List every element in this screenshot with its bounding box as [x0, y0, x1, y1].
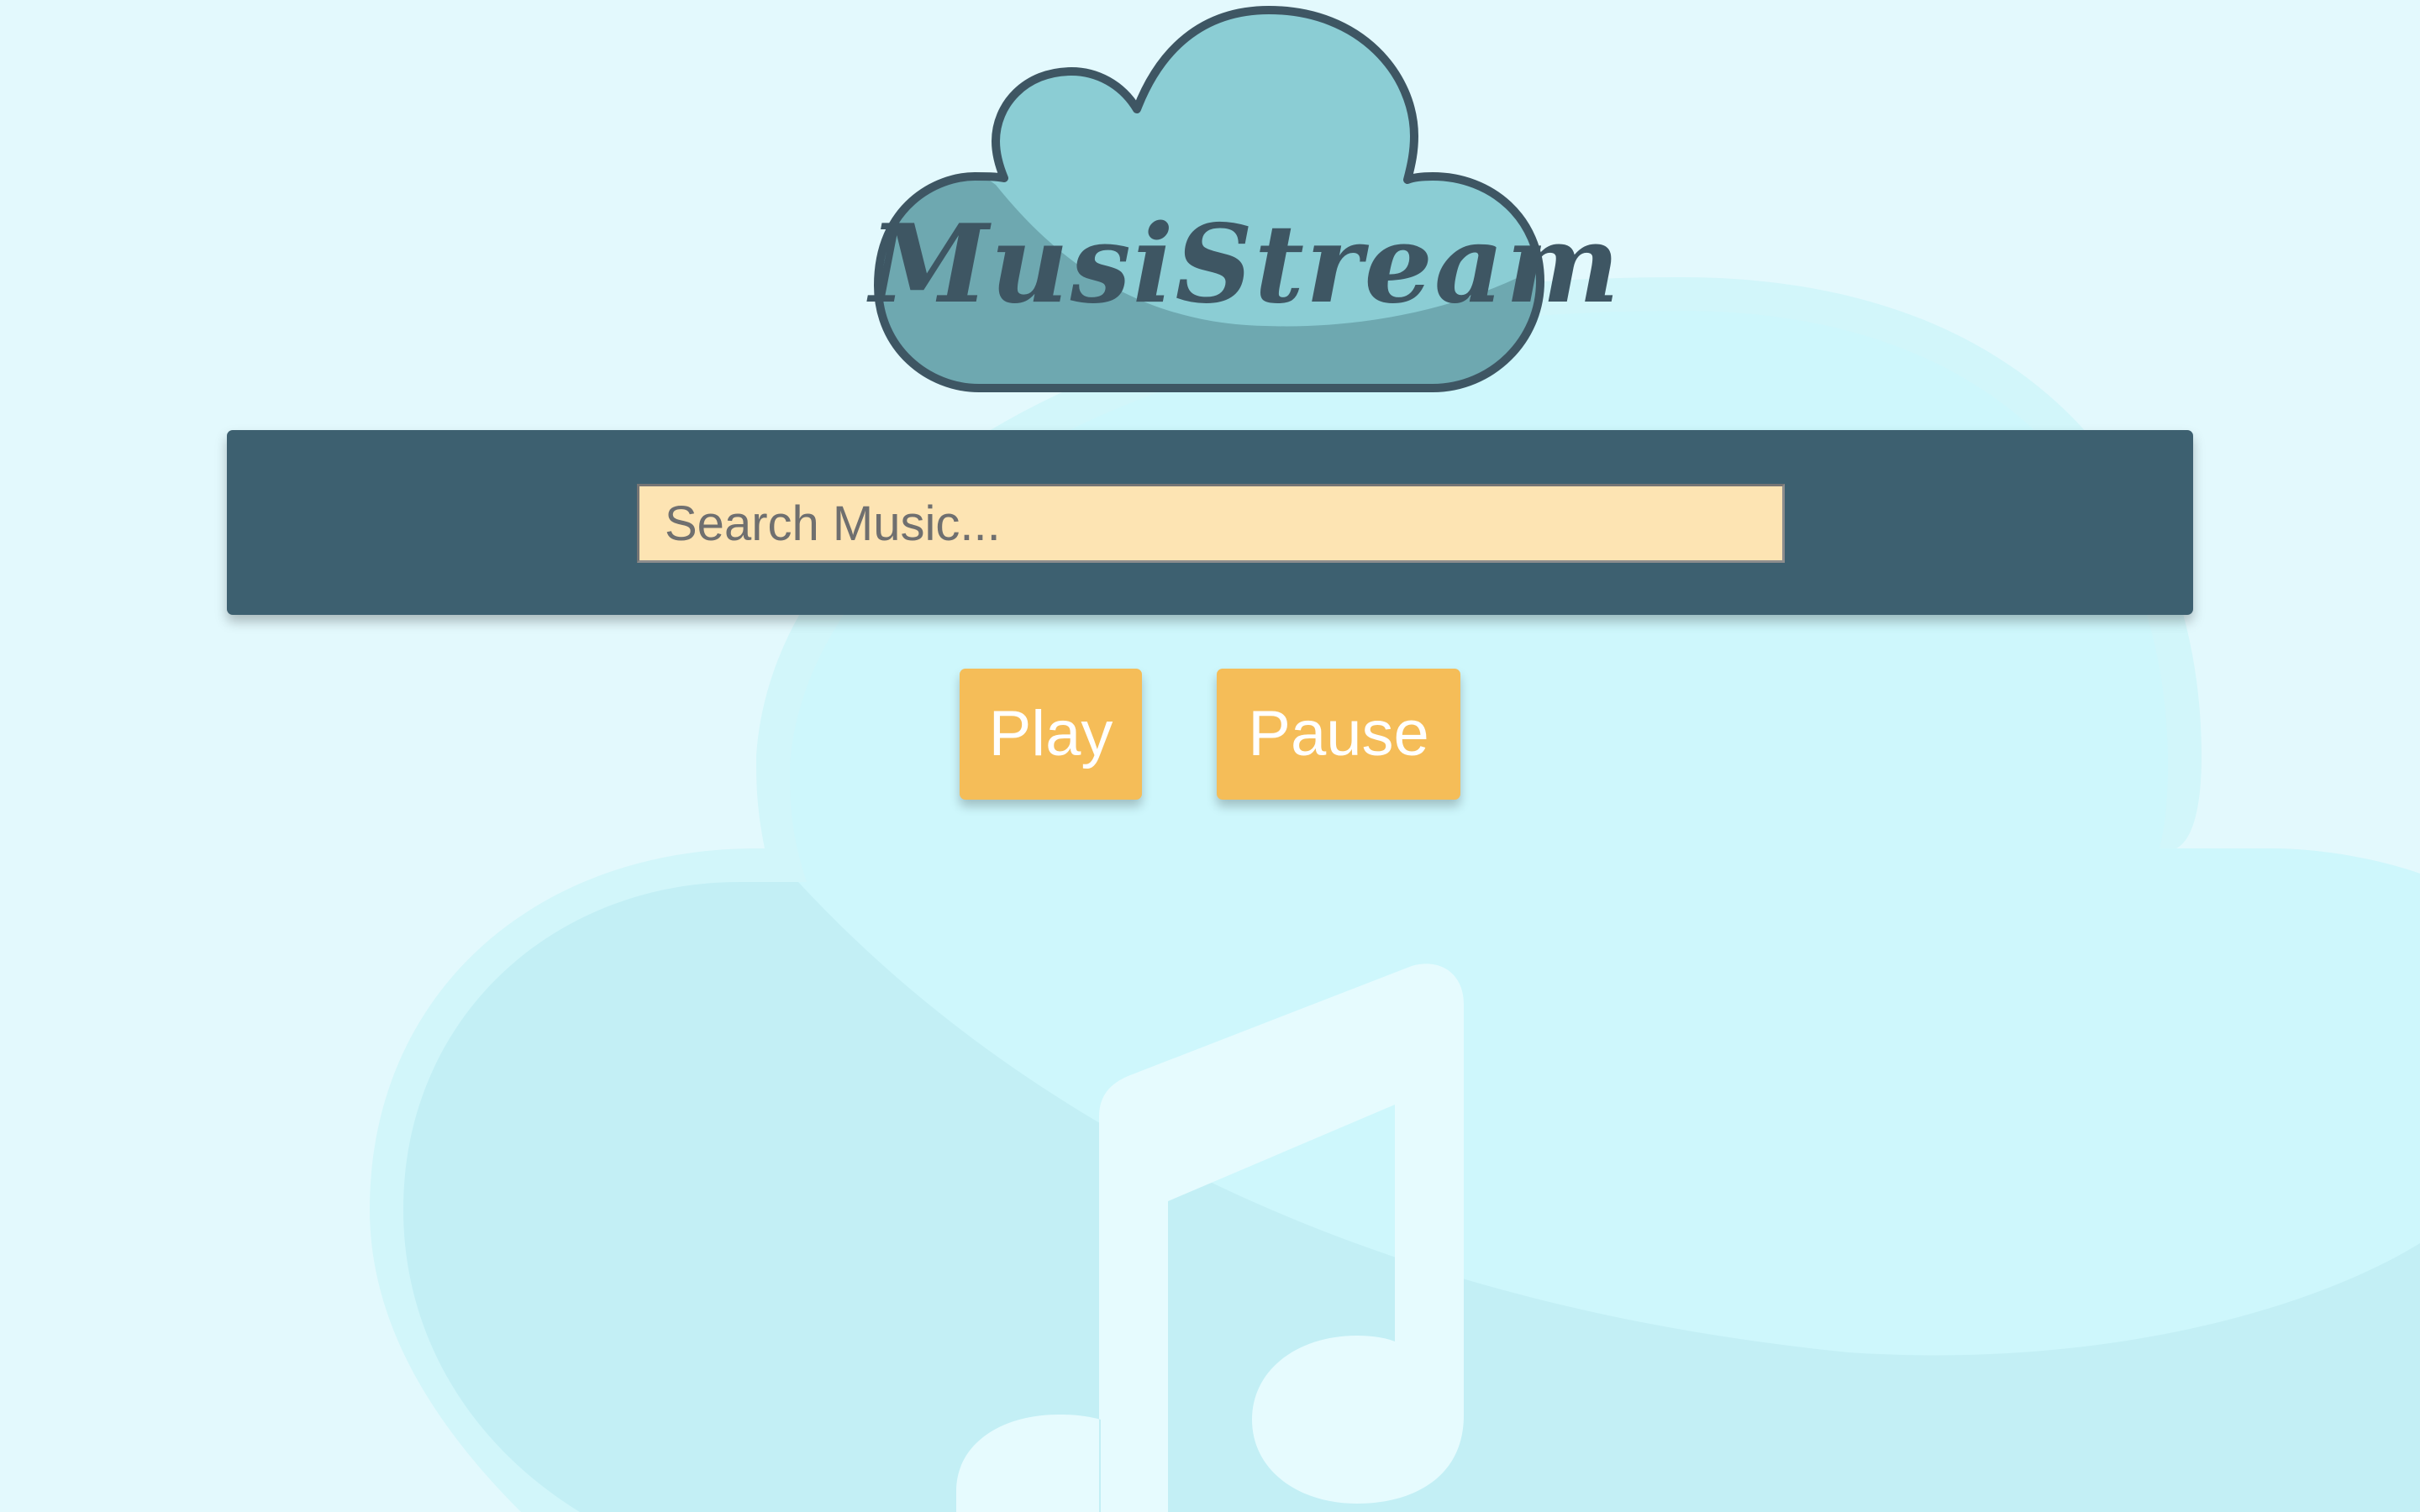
musistream-page: MusiStream Play Pause: [0, 0, 2420, 1512]
logo-text: MusiStream: [870, 202, 1622, 328]
search-bar: [227, 430, 2193, 615]
search-input[interactable]: [637, 484, 1785, 563]
pause-button[interactable]: Pause: [1217, 669, 1460, 800]
logo-cloud-icon: [874, 6, 1544, 392]
play-button[interactable]: Play: [960, 669, 1142, 800]
